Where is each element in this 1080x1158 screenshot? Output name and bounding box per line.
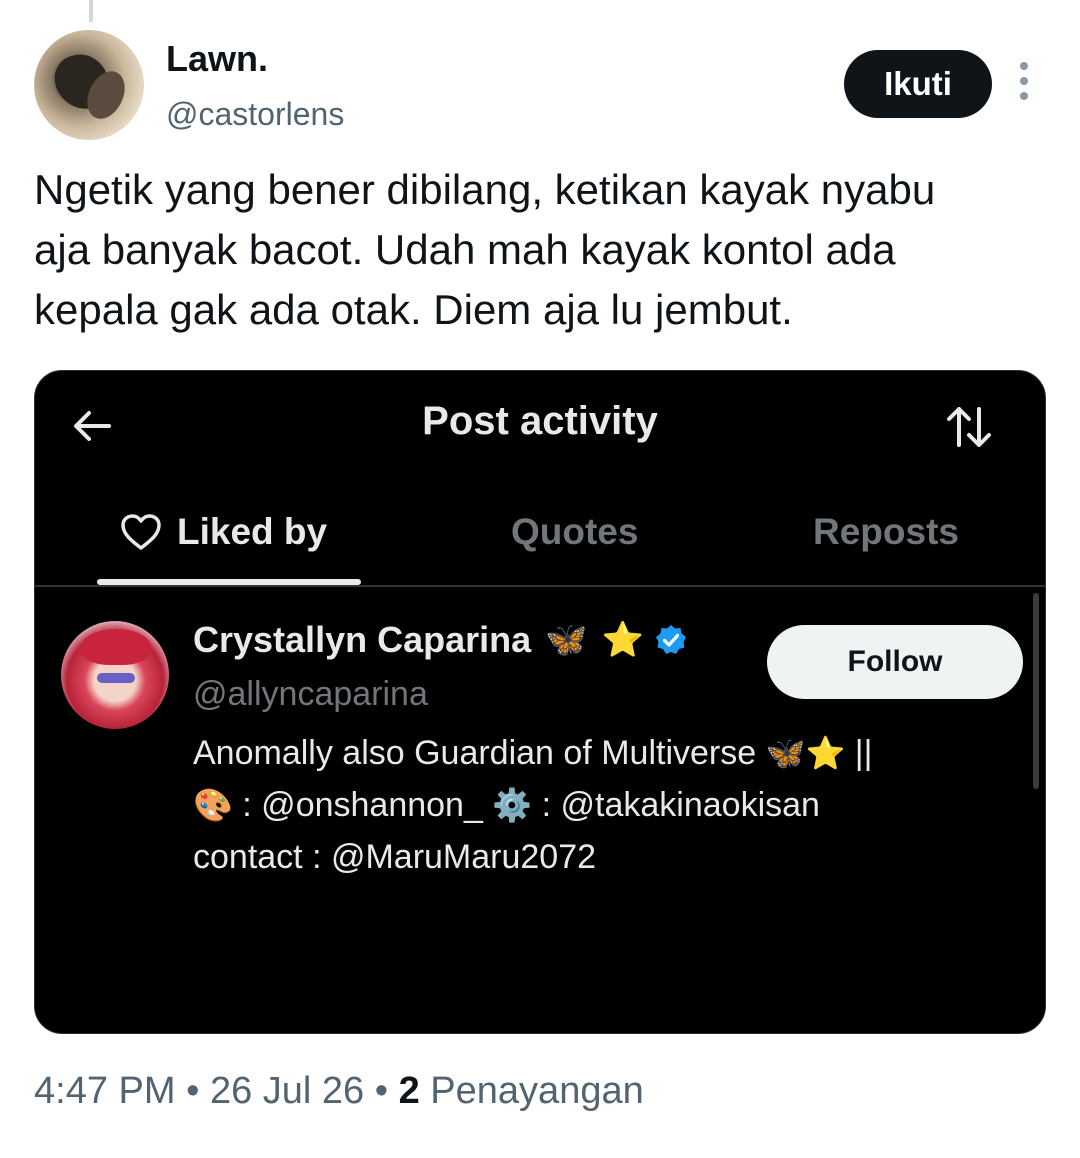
views-label: Penayangan — [419, 1070, 644, 1112]
meta-separator: • — [175, 1070, 210, 1112]
bio-emojis: 🦋⭐ — [765, 735, 846, 771]
tab-label: Liked by — [177, 511, 328, 552]
tab-reposts[interactable]: Reposts — [813, 511, 959, 553]
thread-connector-line — [89, 0, 93, 22]
author-avatar[interactable] — [34, 30, 144, 140]
attached-screenshot[interactable]: Post activity Liked by Quotes Reposts Cr… — [34, 370, 1046, 1034]
bio-line: contact : @MaruMaru2072 — [193, 838, 597, 876]
author-handle[interactable]: @castorlens — [166, 96, 344, 133]
palette-emoji: 🎨 — [193, 787, 233, 823]
author-display-name[interactable]: Lawn. — [166, 38, 268, 80]
tweet-line: Ngetik yang bener dibilang, ketikan kaya… — [34, 166, 936, 213]
tweet-date[interactable]: 26 Jul 26 — [210, 1070, 364, 1112]
bio-separator: || — [854, 734, 873, 772]
bio-line: 🎨 : @onshannon_ ⚙️ : @takakinaokisan — [193, 779, 1013, 831]
tweet-meta: 4:47 PM • 26 Jul 26 • 2 Penayangan — [34, 1070, 644, 1113]
bio-mention: : @takakinaokisan — [532, 786, 820, 824]
user-avatar[interactable] — [61, 621, 169, 729]
user-handle[interactable]: @allyncaparina — [193, 675, 428, 714]
more-options-icon[interactable] — [1012, 62, 1036, 104]
meta-separator: • — [364, 1070, 399, 1112]
butterfly-emoji: 🦋 — [545, 621, 588, 659]
tab-liked-by[interactable]: Liked by — [119, 511, 327, 553]
post-activity-title: Post activity — [422, 399, 658, 443]
user-bio: Anomally also Guardian of Multiverse 🦋⭐ … — [193, 727, 1013, 883]
sort-icon — [947, 407, 991, 447]
heart-icon — [121, 514, 161, 550]
active-tab-indicator — [97, 579, 361, 585]
follow-button[interactable]: Ikuti — [844, 50, 992, 118]
user-follow-button[interactable]: Follow — [767, 625, 1023, 699]
tweet-text: Ngetik yang bener dibilang, ketikan kaya… — [34, 160, 1054, 340]
bio-mention: : @onshannon_ — [232, 786, 493, 824]
scrollbar[interactable] — [1033, 593, 1039, 789]
views-count: 2 — [398, 1070, 420, 1112]
user-name[interactable]: Crystallyn Caparina 🦋 ⭐ — [193, 619, 688, 661]
activity-tabs: Liked by Quotes Reposts — [35, 489, 1045, 587]
tweet-line: aja banyak bacot. Udah mah kayak kontol … — [34, 226, 896, 273]
tweet-time[interactable]: 4:47 PM — [34, 1070, 176, 1112]
gear-emoji: ⚙️ — [492, 787, 533, 823]
bio-line: Anomally also Guardian of Multiverse 🦋⭐ … — [193, 727, 1013, 779]
tweet-line: kepala gak ada otak. Diem aja lu jembut. — [34, 286, 793, 333]
tab-quotes[interactable]: Quotes — [511, 511, 638, 553]
bio-text: Anomally also Guardian of Multiverse — [193, 734, 757, 772]
star-emoji: ⭐ — [601, 621, 644, 659]
verified-badge-icon — [655, 625, 686, 654]
user-name-text: Crystallyn Caparina — [193, 619, 532, 660]
